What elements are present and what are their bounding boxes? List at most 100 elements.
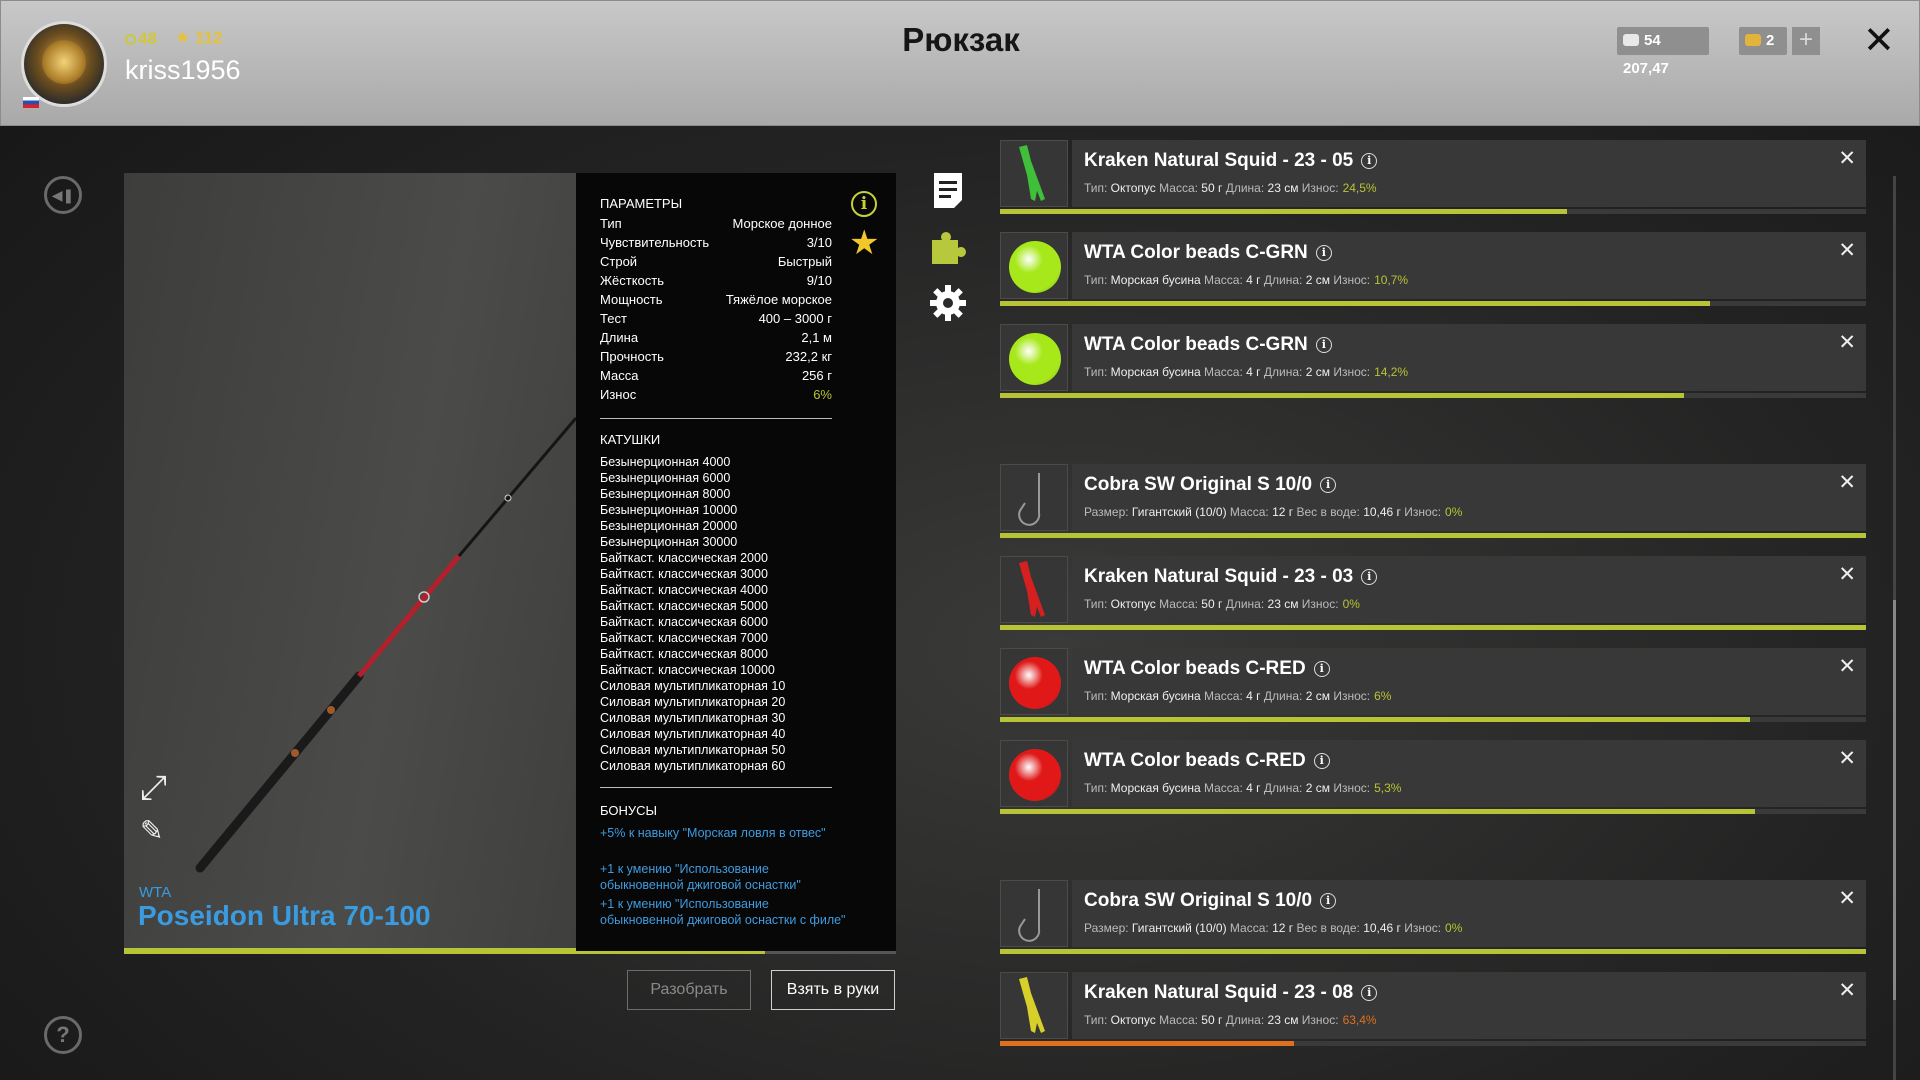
info-icon[interactable]: i	[851, 191, 877, 217]
item-name-text: Cobra SW Original S 10/0	[1084, 474, 1313, 495]
puzzle-icon[interactable]	[928, 228, 968, 268]
item-meta: Тип: Октопус Масса: 50 г Длина: 23 см Из…	[1084, 1013, 1377, 1027]
item-wear-fill	[1000, 393, 1685, 398]
info-icon[interactable]: i	[1320, 893, 1337, 909]
back-icon[interactable]: ◀❚	[44, 176, 82, 214]
edit-icon[interactable]: ✎	[140, 813, 163, 849]
remove-item-icon[interactable]: ✕	[1838, 886, 1856, 911]
param-value: 3/10	[806, 235, 832, 250]
item-body: WTA Color beads C-GRN i Тип: Морская бусин…	[1072, 232, 1866, 299]
add-gold-button[interactable]: +	[1792, 27, 1820, 55]
meta-label: Масса:	[1204, 365, 1247, 379]
item-body: WTA Color beads C-RED i Тип: Морская бусин…	[1072, 648, 1866, 715]
close-icon[interactable]: ✕	[1863, 19, 1895, 63]
scrollbar-thumb[interactable]	[1893, 600, 1896, 1000]
meta-label: Размер:	[1084, 505, 1132, 519]
item-thumbnail[interactable]	[1000, 740, 1068, 807]
rod-brand: WTA	[139, 884, 172, 901]
inventory-item[interactable]: Cobra SW Original S 10/0 i Размер: Гигантс…	[1000, 464, 1866, 539]
info-icon[interactable]: i	[1320, 477, 1337, 493]
meta-label: Тип:	[1084, 181, 1111, 195]
reel-item: Байткаст. классическая 6000	[600, 615, 768, 629]
inventory-item[interactable]: WTA Color beads C-RED i Тип: Морская бусин…	[1000, 740, 1866, 815]
star-small-icon: ★	[175, 28, 191, 47]
inventory-item[interactable]: Kraken Natural Squid - 23 - 08 i Тип: Окто…	[1000, 972, 1866, 1047]
param-value: Быстрый	[777, 254, 832, 269]
param-key: Мощность	[600, 292, 663, 307]
meta-value: Октопус	[1110, 597, 1156, 611]
item-thumbnail[interactable]	[1000, 140, 1068, 207]
info-icon[interactable]: i	[1315, 337, 1332, 353]
meta-label: Масса:	[1159, 1013, 1202, 1027]
help-icon[interactable]: ?	[44, 1016, 82, 1054]
player-avatar[interactable]	[21, 21, 107, 107]
param-value: 2,1 м	[801, 330, 832, 345]
meta-label: Длина:	[1263, 689, 1306, 703]
meta-label: Тип:	[1084, 1013, 1111, 1027]
meta-value: 10,46 г	[1363, 921, 1401, 935]
meta-label: Износ:	[1404, 505, 1442, 519]
remove-item-icon[interactable]: ✕	[1838, 330, 1856, 355]
meta-label: Износ:	[1404, 921, 1442, 935]
expand-icon[interactable]: ⤢	[140, 770, 167, 806]
param-value: 232,2 кг	[785, 349, 832, 364]
item-thumbnail[interactable]	[1000, 972, 1068, 1039]
remove-item-icon[interactable]: ✕	[1838, 238, 1856, 263]
disassemble-button[interactable]: Разобрать	[627, 970, 751, 1010]
reel-item: Байткаст. классическая 10000	[600, 663, 775, 677]
info-icon[interactable]: i	[1315, 245, 1332, 261]
item-thumbnail[interactable]	[1000, 232, 1068, 299]
item-thumbnail[interactable]	[1000, 648, 1068, 715]
meta-value: 12 г	[1272, 921, 1294, 935]
meta-label: Износ:	[1301, 597, 1339, 611]
param-row: Износ 6%	[600, 387, 832, 406]
reel-item: Силовая мультипликаторная 20	[600, 695, 786, 709]
item-body: Kraken Natural Squid - 23 - 05 i Тип: Окто…	[1072, 140, 1866, 207]
meta-value: Октопус	[1110, 1013, 1156, 1027]
inventory-item[interactable]: Cobra SW Original S 10/0 i Размер: Гигантс…	[1000, 880, 1866, 955]
info-icon[interactable]: i	[1313, 753, 1330, 769]
param-key: Прочность	[600, 349, 664, 364]
reel-item: Безынерционная 30000	[600, 535, 738, 549]
reel-item: Безынерционная 4000	[600, 455, 731, 469]
inventory-item[interactable]: Kraken Natural Squid - 23 - 05 i Тип: Окто…	[1000, 140, 1866, 215]
squid-lure-icon	[1019, 145, 1045, 201]
remove-item-icon[interactable]: ✕	[1838, 978, 1856, 1003]
favorite-star-icon[interactable]: ★	[849, 226, 879, 260]
avatar-emblem-icon	[42, 40, 86, 84]
meta-value: 4 г	[1246, 273, 1261, 287]
info-icon[interactable]: i	[1313, 661, 1330, 677]
document-icon[interactable]	[928, 170, 968, 210]
meta-label: Тип:	[1084, 273, 1111, 287]
inventory-item[interactable]: Kraken Natural Squid - 23 - 03 i Тип: Окто…	[1000, 556, 1866, 631]
item-thumbnail[interactable]	[1000, 324, 1068, 391]
remove-item-icon[interactable]: ✕	[1838, 654, 1856, 679]
page-title: Рюкзак	[902, 21, 1020, 58]
item-name: WTA Color beads C-RED i	[1084, 750, 1330, 772]
meta-label: Износ:	[1333, 689, 1371, 703]
reel-item: Силовая мультипликаторная 10	[600, 679, 786, 693]
remove-item-icon[interactable]: ✕	[1838, 146, 1856, 171]
meta-value: 4 г	[1246, 365, 1261, 379]
info-icon[interactable]: i	[1361, 153, 1378, 169]
info-icon[interactable]: i	[1361, 985, 1378, 1001]
meta-label: Износ:	[1301, 181, 1339, 195]
gear-icon[interactable]	[928, 283, 968, 323]
inventory-item[interactable]: WTA Color beads C-GRN i Тип: Морская бусин…	[1000, 232, 1866, 307]
remove-item-icon[interactable]: ✕	[1838, 470, 1856, 495]
remove-item-icon[interactable]: ✕	[1838, 562, 1856, 587]
item-thumbnail[interactable]	[1000, 556, 1068, 623]
item-wear-bar	[1000, 301, 1866, 306]
info-icon[interactable]: i	[1361, 569, 1378, 585]
meta-label: Износ:	[1333, 273, 1371, 287]
reel-item: Байткаст. классическая 8000	[600, 647, 768, 661]
param-key: Жёсткость	[600, 273, 664, 288]
meta-value: 4 г	[1246, 781, 1261, 795]
inventory-item[interactable]: WTA Color beads C-RED i Тип: Морская бусин…	[1000, 648, 1866, 723]
item-body: Kraken Natural Squid - 23 - 08 i Тип: Окто…	[1072, 972, 1866, 1039]
inventory-item[interactable]: WTA Color beads C-GRN i Тип: Морская бусин…	[1000, 324, 1866, 399]
remove-item-icon[interactable]: ✕	[1838, 746, 1856, 771]
item-thumbnail[interactable]	[1000, 464, 1068, 531]
item-thumbnail[interactable]	[1000, 880, 1068, 947]
take-in-hands-button[interactable]: Взять в руки	[771, 970, 895, 1010]
